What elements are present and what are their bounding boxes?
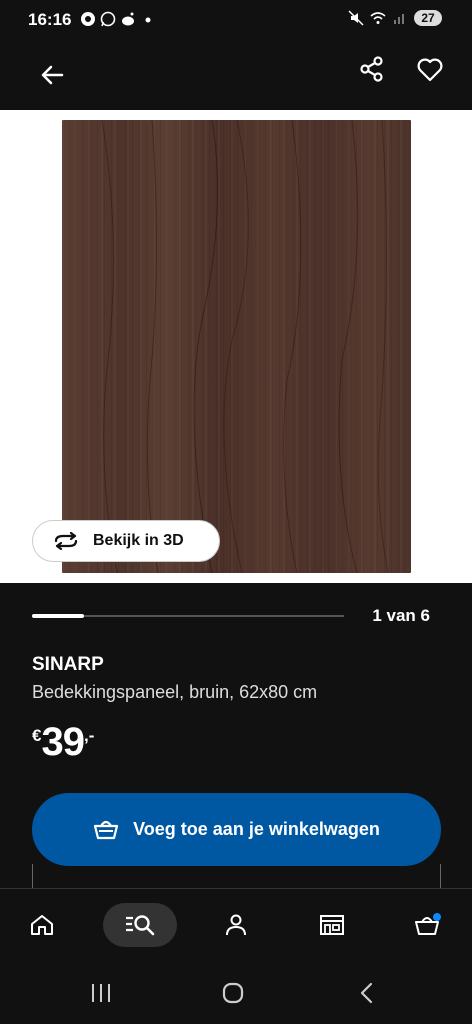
status-bar: 16:16 27 [0, 0, 472, 40]
wifi-icon [370, 12, 386, 24]
product-name: SINARP [32, 654, 104, 675]
whatsapp-icon [100, 11, 116, 27]
status-time: 16:16 [28, 10, 72, 29]
cart-icon [415, 913, 441, 935]
heart-icon[interactable] [414, 54, 446, 86]
price-currency: € [32, 726, 42, 745]
home-icon [31, 915, 53, 935]
nav-cart[interactable] [406, 903, 450, 947]
image-counter: 1 van 6 [372, 606, 430, 625]
bottom-navigation [0, 888, 472, 962]
nav-search[interactable] [103, 903, 177, 947]
mute-icon [348, 10, 364, 26]
view-3d-button[interactable]: Bekijk in 3D [32, 520, 220, 562]
product-description: Bedekkingspaneel, bruin, 62x80 cm [32, 682, 318, 702]
nav-store[interactable] [310, 903, 354, 947]
home-button[interactable] [218, 980, 248, 1006]
notification-icons [80, 11, 156, 27]
rotate-3d-icon [54, 532, 78, 550]
home-circle-icon [222, 982, 244, 1004]
app-bar [0, 40, 472, 110]
product-image [62, 120, 411, 573]
progress-track [32, 614, 344, 618]
recent-apps-icon [92, 984, 110, 1002]
battery-indicator: 27 [414, 10, 442, 26]
nav-profile[interactable] [214, 903, 258, 947]
view-3d-label: Bekijk in 3D [93, 532, 184, 549]
share-icon[interactable] [356, 54, 388, 86]
chevron-left-icon [360, 982, 373, 1004]
product-price: € 39 ,- [32, 720, 94, 765]
notification-icon [81, 12, 95, 26]
signal-icon [394, 14, 404, 24]
cart-icon [94, 820, 119, 839]
arrow-left-icon[interactable] [36, 59, 68, 91]
progress-fill [32, 614, 84, 618]
system-navigation [0, 962, 472, 1024]
search-list-icon [126, 915, 155, 936]
reddit-icon [122, 12, 134, 26]
add-to-cart-label: Voeg toe aan je winkelwagen [133, 819, 380, 839]
price-suffix: ,- [83, 726, 95, 745]
product-image-gallery[interactable]: Bekijk in 3D [0, 110, 472, 583]
dot-icon [145, 17, 151, 23]
profile-icon [226, 914, 246, 936]
add-to-cart-button[interactable]: Voeg toe aan je winkelwagen [32, 793, 441, 866]
gallery-progress: 1 van 6 [0, 600, 472, 634]
system-status-icons: 27 [348, 10, 442, 26]
nav-home[interactable] [20, 903, 64, 947]
system-back-button[interactable] [352, 980, 382, 1006]
price-amount: 39 [41, 720, 84, 764]
store-icon [320, 915, 344, 935]
recent-apps-button[interactable] [86, 980, 116, 1006]
